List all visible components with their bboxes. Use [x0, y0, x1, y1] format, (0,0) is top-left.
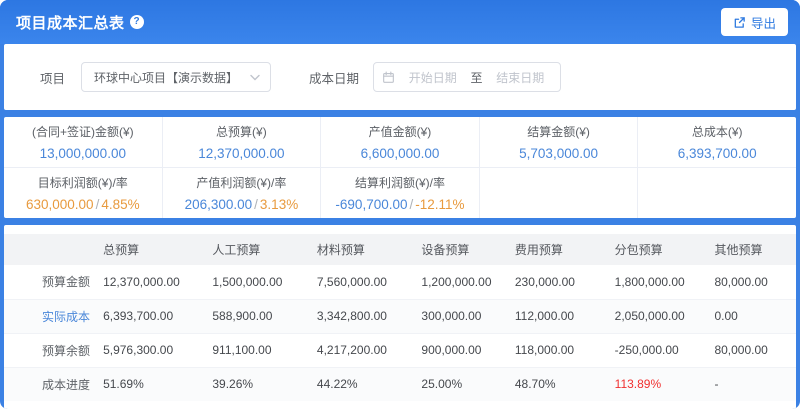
calendar-icon — [382, 71, 395, 84]
column-header-material-budget: 材料预算 — [309, 234, 414, 265]
card-total-budget: 总预算(¥) 12,370,000.00 — [163, 117, 322, 167]
chevron-down-icon — [250, 74, 260, 81]
card-value: 6,393,700.00 — [678, 146, 757, 161]
cell: -250,000.00 — [607, 333, 707, 367]
card-value: 6,600,000.00 — [361, 146, 440, 161]
cell: 3,342,800.00 — [309, 299, 414, 333]
card-label: 总成本(¥) — [692, 123, 743, 140]
cell: 48.70% — [507, 367, 607, 401]
section-gap — [0, 218, 800, 225]
card-output-profit: 产值利润额(¥)/率 206,300.00/3.13% — [163, 168, 322, 218]
export-icon — [733, 16, 746, 29]
card-label: 总预算(¥) — [216, 123, 267, 140]
project-filter-label: 项目 — [40, 68, 65, 87]
row-label: 成本进度 — [4, 367, 95, 401]
table-row-budget-balance: 预算余额 5,976,300.00 911,100.00 4,217,200.0… — [4, 333, 796, 367]
end-date-placeholder[interactable]: 结束日期 — [489, 69, 553, 86]
card-contract-amount: (合同+签证)金额(¥) 13,000,000.00 — [4, 117, 163, 167]
cell: 300,000.00 — [413, 299, 506, 333]
column-header — [4, 234, 95, 265]
cell: 230,000.00 — [507, 265, 607, 299]
cost-date-label: 成本日期 — [309, 68, 359, 87]
card-value: -690,700.00/-12.11% — [335, 197, 464, 212]
row-label: 预算余额 — [4, 333, 95, 367]
column-header-other-budget: 其他预算 — [706, 234, 796, 265]
cell: 1,500,000.00 — [204, 265, 309, 299]
card-total-cost: 总成本(¥) 6,393,700.00 — [638, 117, 796, 167]
cell: 80,000.00 — [706, 333, 796, 367]
column-header-equipment-budget: 设备预算 — [413, 234, 506, 265]
cell: 12,370,000.00 — [95, 265, 204, 299]
cell-over-budget: 113.89% — [607, 367, 707, 401]
card-settlement-amount: 结算金额(¥) 5,703,000.00 — [480, 117, 639, 167]
row-label-actual-cost-link[interactable]: 实际成本 — [4, 299, 95, 333]
card-label: 结算利润额(¥)/率 — [355, 174, 445, 191]
summary-cards: (合同+签证)金额(¥) 13,000,000.00 总预算(¥) 12,370… — [4, 117, 796, 218]
project-cost-summary-window: 项目成本汇总表 ? 导出 项目 环球中心项目【演示数据】 成本 — [0, 0, 800, 409]
column-header-total-budget: 总预算 — [95, 234, 204, 265]
cell: 5,976,300.00 — [95, 333, 204, 367]
card-empty — [480, 168, 639, 218]
row-label: 预算金额 — [4, 265, 95, 299]
card-value: 206,300.00/3.13% — [185, 197, 299, 212]
card-label: 产值利润额(¥)/率 — [196, 174, 286, 191]
table-row-actual-cost: 实际成本 6,393,700.00 588,900.00 3,342,800.0… — [4, 299, 796, 333]
cell: - — [706, 367, 796, 401]
cell: 112,000.00 — [507, 299, 607, 333]
cell: 80,000.00 — [706, 265, 796, 299]
cell: 25.00% — [413, 367, 506, 401]
column-header-subcontract-budget: 分包预算 — [607, 234, 707, 265]
cell: 2,050,000.00 — [607, 299, 707, 333]
project-select[interactable]: 环球中心项目【演示数据】 — [81, 62, 271, 92]
table-header-row: 总预算 人工预算 材料预算 设备预算 费用预算 分包预算 其他预算 — [4, 234, 796, 265]
titlebar: 项目成本汇总表 ? 导出 — [0, 0, 800, 44]
cell: 1,200,000.00 — [413, 265, 506, 299]
export-button[interactable]: 导出 — [721, 8, 788, 36]
card-value: 13,000,000.00 — [40, 146, 126, 161]
card-label: 产值金额(¥) — [369, 123, 432, 140]
start-date-placeholder[interactable]: 开始日期 — [401, 69, 465, 86]
cell: 4,217,200.00 — [309, 333, 414, 367]
filter-bar: 项目 环球中心项目【演示数据】 成本日期 开始日期 至 结束日期 — [4, 44, 796, 110]
cell: 6,393,700.00 — [95, 299, 204, 333]
cell: 911,100.00 — [204, 333, 309, 367]
export-button-label: 导出 — [751, 13, 776, 32]
section-gap — [0, 110, 800, 117]
page-title: 项目成本汇总表 — [16, 12, 125, 33]
card-empty — [638, 168, 796, 218]
summary-row-amounts: (合同+签证)金额(¥) 13,000,000.00 总预算(¥) 12,370… — [4, 117, 796, 168]
table-row-cost-progress: 成本进度 51.69% 39.26% 44.22% 25.00% 48.70% … — [4, 367, 796, 401]
column-header-expense-budget: 费用预算 — [507, 234, 607, 265]
project-select-value: 环球中心项目【演示数据】 — [94, 69, 238, 86]
budget-table: 总预算 人工预算 材料预算 设备预算 费用预算 分包预算 其他预算 预算金额 1… — [4, 234, 796, 401]
cell: 44.22% — [309, 367, 414, 401]
cell: 900,000.00 — [413, 333, 506, 367]
card-settlement-profit: 结算利润额(¥)/率 -690,700.00/-12.11% — [321, 168, 480, 218]
card-label: 结算金额(¥) — [527, 123, 590, 140]
cell: 1,800,000.00 — [607, 265, 707, 299]
card-value: 12,370,000.00 — [198, 146, 284, 161]
date-range-separator: 至 — [471, 69, 483, 86]
cost-date-range-input[interactable]: 开始日期 至 结束日期 — [373, 62, 561, 92]
cell: 0.00 — [706, 299, 796, 333]
cell: 39.26% — [204, 367, 309, 401]
card-label: (合同+签证)金额(¥) — [32, 123, 134, 140]
card-value: 5,703,000.00 — [519, 146, 598, 161]
card-label: 目标利润额(¥)/率 — [38, 174, 128, 191]
cell: 51.69% — [95, 367, 204, 401]
cell: 588,900.00 — [204, 299, 309, 333]
summary-row-profits: 目标利润额(¥)/率 630,000.00/4.85% 产值利润额(¥)/率 2… — [4, 168, 796, 218]
help-icon[interactable]: ? — [130, 15, 144, 29]
card-value: 630,000.00/4.85% — [26, 197, 140, 212]
budget-table-panel: 总预算 人工预算 材料预算 设备预算 费用预算 分包预算 其他预算 预算金额 1… — [4, 225, 796, 409]
card-target-profit: 目标利润额(¥)/率 630,000.00/4.85% — [4, 168, 163, 218]
card-output-amount: 产值金额(¥) 6,600,000.00 — [321, 117, 480, 167]
cell: 118,000.00 — [507, 333, 607, 367]
cell: 7,560,000.00 — [309, 265, 414, 299]
column-header-labor-budget: 人工预算 — [204, 234, 309, 265]
table-row-budget-amount: 预算金额 12,370,000.00 1,500,000.00 7,560,00… — [4, 265, 796, 299]
